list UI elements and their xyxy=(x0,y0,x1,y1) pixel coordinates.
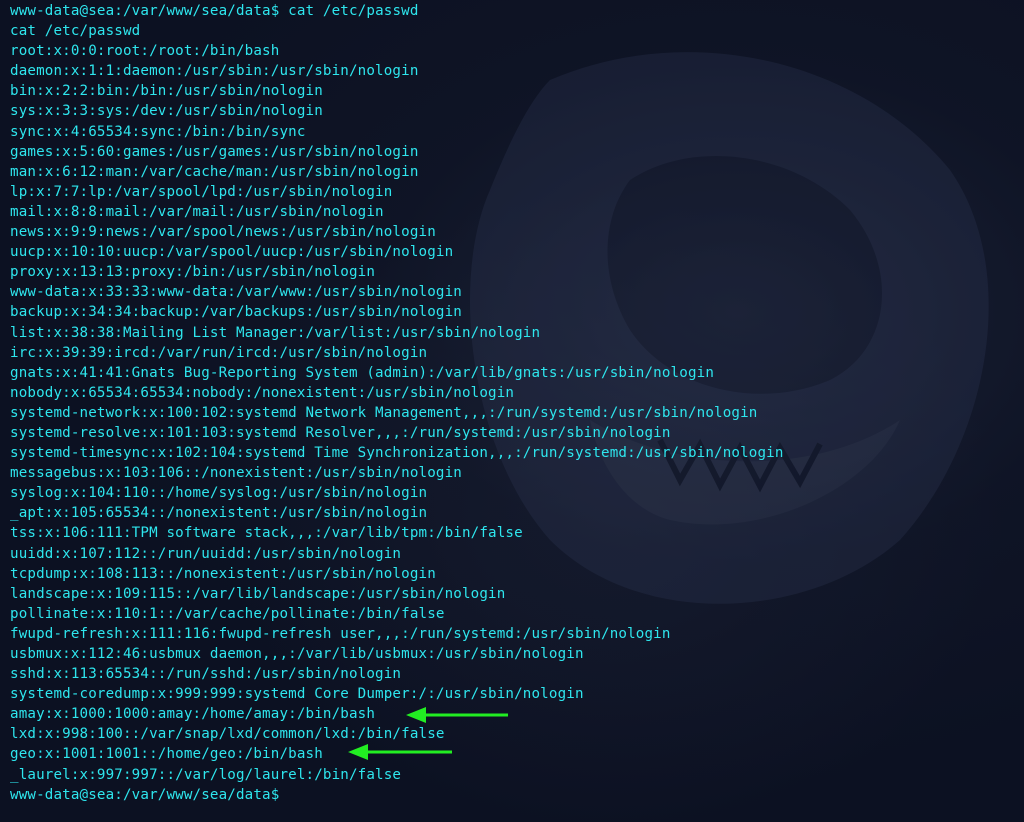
passwd-entry: bin:x:2:2:bin:/bin:/usr/sbin/nologin xyxy=(10,83,323,100)
terminal-screen: www-data@sea:/var/www/sea/data$ cat /etc… xyxy=(10,1,1014,805)
passwd-entry: news:x:9:9:news:/var/spool/news:/usr/sbi… xyxy=(10,224,436,241)
passwd-entry: lp:x:7:7:lp:/var/spool/lpd:/usr/sbin/nol… xyxy=(10,183,393,200)
passwd-entry: list:x:38:38:Mailing List Manager:/var/l… xyxy=(10,324,541,341)
final-prompt[interactable]: www-data@sea:/var/www/sea/data$ xyxy=(10,785,1014,805)
passwd-entry: usbmux:x:112:46:usbmux daemon,,,:/var/li… xyxy=(10,646,584,662)
shell-prompt: www-data@sea:/var/www/sea/data$ xyxy=(10,3,280,19)
passwd-entry: backup:x:34:34:backup:/var/backups:/usr/… xyxy=(10,304,462,321)
passwd-entry: sshd:x:113:65534::/run/sshd:/usr/sbin/no… xyxy=(10,666,402,683)
terminal-window[interactable]: www-data@sea:/var/www/sea/data$ cat /etc… xyxy=(0,0,1024,822)
passwd-entry: man:x:6:12:man:/var/cache/man:/usr/sbin/… xyxy=(10,163,419,180)
passwd-entry: www-data:x:33:33:www-data:/var/www:/usr/… xyxy=(10,284,462,301)
arrow-left-icon xyxy=(348,744,452,760)
passwd-entry: sys:x:3:3:sys:/dev:/usr/sbin/nologin xyxy=(10,103,323,120)
passwd-entry: systemd-resolve:x:101:103:systemd Resolv… xyxy=(10,424,671,441)
passwd-entry: tcpdump:x:108:113::/nonexistent:/usr/sbi… xyxy=(10,565,436,582)
passwd-entry: landscape:x:109:115::/var/lib/landscape:… xyxy=(10,585,506,602)
passwd-entry: gnats:x:41:41:Gnats Bug-Reporting System… xyxy=(10,364,715,381)
passwd-entry: lxd:x:998:100::/var/snap/lxd/common/lxd:… xyxy=(10,726,445,743)
passwd-entry: mail:x:8:8:mail:/var/mail:/usr/sbin/nolo… xyxy=(10,203,384,220)
command-line[interactable]: www-data@sea:/var/www/sea/data$ cat /etc… xyxy=(10,1,1014,21)
passwd-entry: systemd-network:x:100:102:systemd Networ… xyxy=(10,404,758,421)
passwd-entry: irc:x:39:39:ircd:/var/run/ircd:/usr/sbin… xyxy=(10,344,428,361)
passwd-entry: tss:x:106:111:TPM software stack,,,:/var… xyxy=(10,525,523,542)
command-output: root:x:0:0:root:/root:/bin/bash daemon:x:… xyxy=(10,41,1014,784)
arrow-left-icon xyxy=(406,707,508,723)
passwd-entry: uucp:x:10:10:uucp:/var/spool/uucp:/usr/s… xyxy=(10,244,454,261)
passwd-entry: daemon:x:1:1:daemon:/usr/sbin:/usr/sbin/… xyxy=(10,63,419,80)
passwd-entry: _apt:x:105:65534::/nonexistent:/usr/sbin… xyxy=(10,505,428,522)
passwd-entry: sync:x:4:65534:sync:/bin:/bin/sync xyxy=(10,123,306,140)
passwd-entry: fwupd-refresh:x:111:116:fwupd-refresh us… xyxy=(10,625,671,642)
typed-command: cat /etc/passwd xyxy=(288,3,419,19)
passwd-entry: pollinate:x:110:1::/var/cache/pollinate:… xyxy=(10,605,445,622)
passwd-entry: uuidd:x:107:112::/run/uuidd:/usr/sbin/no… xyxy=(10,545,402,562)
passwd-entry: _laurel:x:997:997::/var/log/laurel:/bin/… xyxy=(10,766,402,783)
passwd-entry: messagebus:x:103:106::/nonexistent:/usr/… xyxy=(10,465,462,482)
passwd-entry: nobody:x:65534:65534:nobody:/nonexistent… xyxy=(10,384,515,401)
passwd-entry: systemd-timesync:x:102:104:systemd Time … xyxy=(10,445,784,462)
passwd-entry: syslog:x:104:110::/home/syslog:/usr/sbin… xyxy=(10,485,428,502)
passwd-entry: proxy:x:13:13:proxy:/bin:/usr/sbin/nolog… xyxy=(10,264,376,281)
passwd-entry: geo:x:1001:1001::/home/geo:/bin/bash xyxy=(10,746,323,763)
command-echo: cat /etc/passwd xyxy=(10,23,141,40)
passwd-entry: root:x:0:0:root:/root:/bin/bash xyxy=(10,43,280,60)
passwd-entry: systemd-coredump:x:999:999:systemd Core … xyxy=(10,686,584,703)
passwd-entry: games:x:5:60:games:/usr/games:/usr/sbin/… xyxy=(10,143,419,160)
